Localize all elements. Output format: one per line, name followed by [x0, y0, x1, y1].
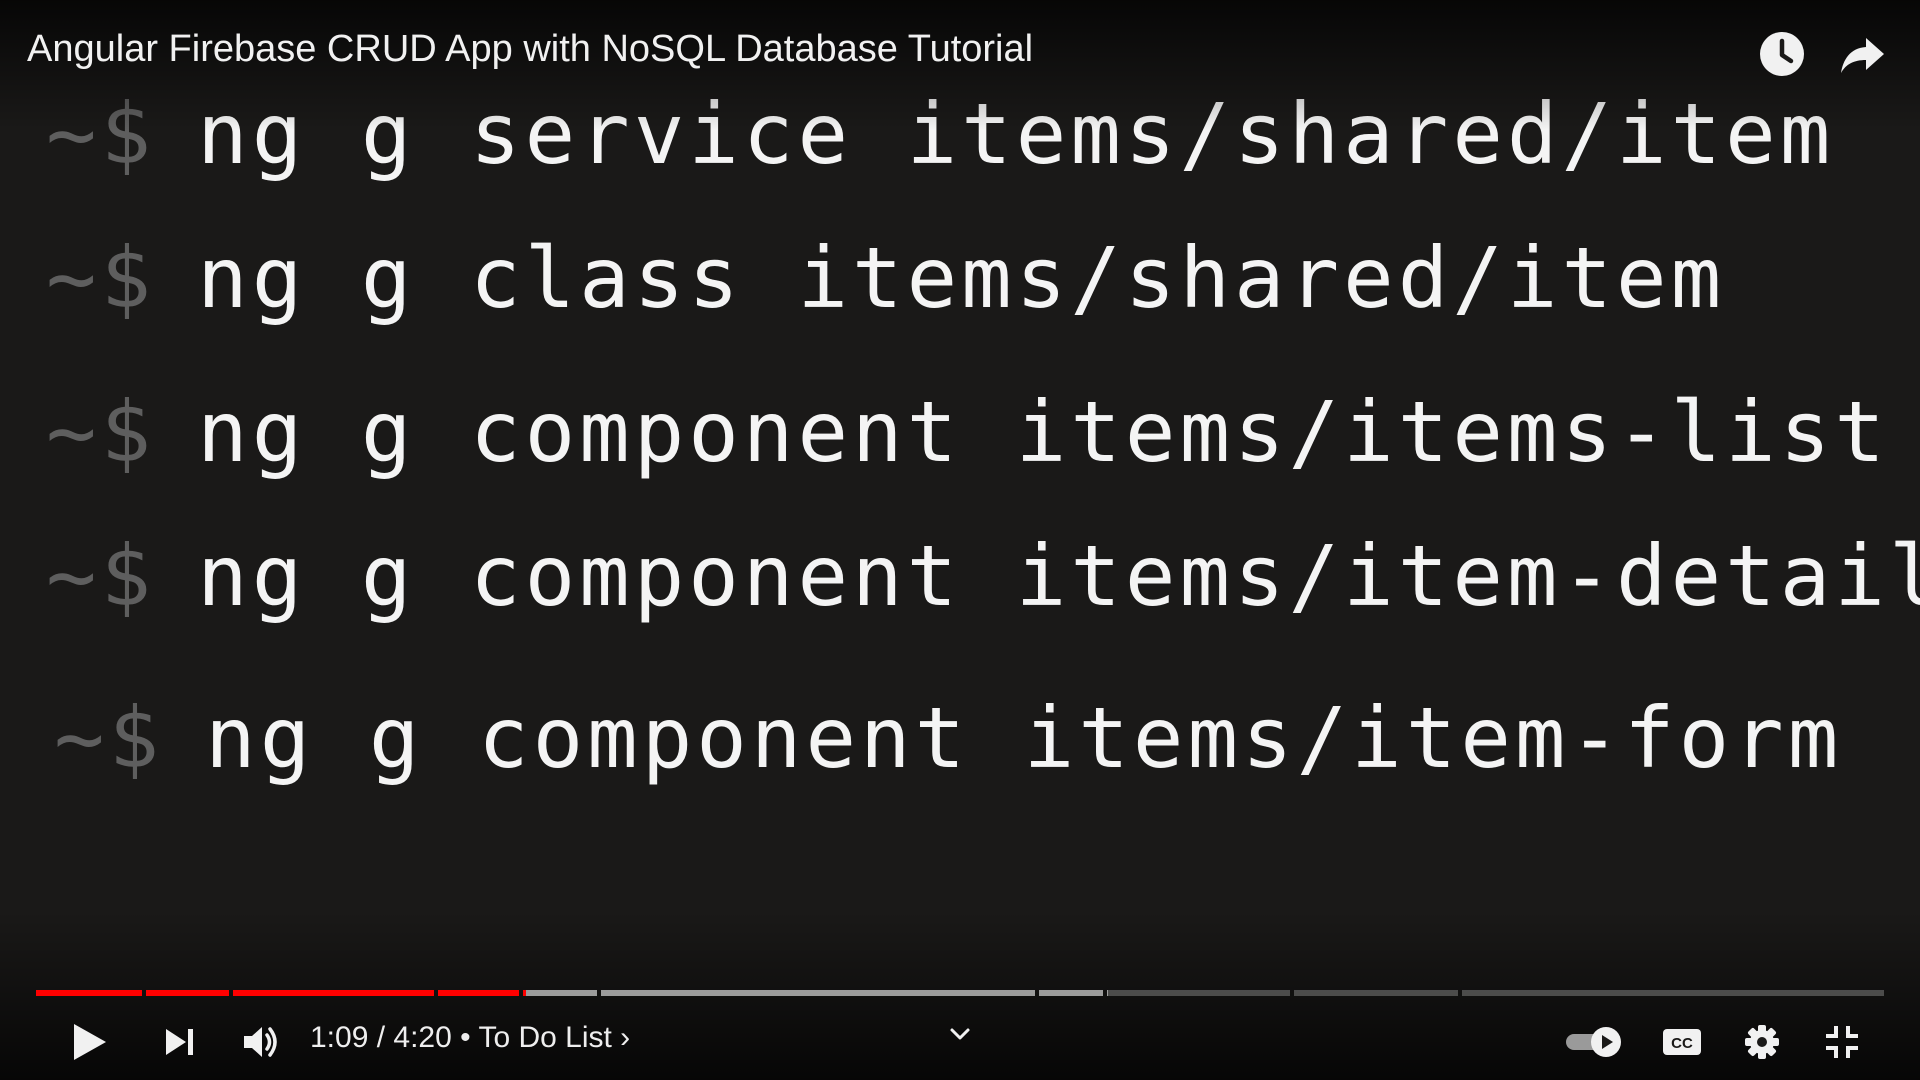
progress-played	[232, 990, 434, 996]
terminal-prompt: ~$	[46, 229, 156, 327]
autoplay-toggle-icon	[1566, 1027, 1621, 1057]
progress-chapter-segment[interactable]	[1106, 990, 1290, 996]
current-time: 1:09	[310, 1021, 369, 1054]
video-title[interactable]: Angular Firebase CRUD App with NoSQL Dat…	[27, 28, 1033, 71]
progress-loaded	[1106, 990, 1108, 996]
captions-button[interactable]: CC	[1654, 1014, 1710, 1070]
terminal-prompt: ~$	[46, 527, 156, 625]
svg-text:CC: CC	[1671, 1035, 1693, 1052]
progress-chapter-segment[interactable]	[232, 990, 434, 996]
terminal-command: ng g component items/item-detail	[197, 527, 1920, 625]
terminal-line: ~$ ng g component items/item-detail	[46, 526, 1920, 626]
terminal-command: ng g component items/item-form	[205, 689, 1843, 787]
progress-chapter-segment[interactable]	[36, 990, 142, 996]
progress-played	[437, 990, 519, 996]
progress-played	[145, 990, 229, 996]
next-icon	[166, 1029, 193, 1055]
progress-loaded	[1038, 990, 1103, 996]
autoplay-toggle[interactable]	[1560, 1014, 1630, 1070]
terminal-command: ng g class items/shared/item	[197, 229, 1726, 327]
terminal-prompt: ~$	[54, 689, 164, 787]
progress-chapter-segment[interactable]	[1293, 990, 1458, 996]
progress-loaded	[522, 990, 597, 996]
exit-fullscreen-icon	[1826, 1026, 1858, 1058]
terminal-line: ~$ ng g component items/item-form	[54, 688, 1842, 788]
gear-icon	[1745, 1025, 1779, 1059]
terminal-prompt: ~$	[46, 383, 156, 481]
play-icon	[74, 1024, 106, 1060]
progress-played	[522, 990, 526, 996]
progress-loaded	[600, 990, 1035, 996]
clock-icon	[1760, 32, 1804, 76]
time-separator: /	[368, 1021, 394, 1054]
duration: 4:20	[393, 1021, 452, 1054]
chapter-title-button[interactable]: • To Do List ›	[452, 1021, 630, 1054]
terminal-command: ng g component items/items-list	[197, 383, 1889, 481]
terminal-line: ~$ ng g class items/shared/item	[46, 228, 1725, 328]
chapter-title: To Do List	[478, 1021, 612, 1054]
settings-button[interactable]	[1734, 1014, 1790, 1070]
chapter-separator: •	[451, 1021, 479, 1054]
volume-icon	[244, 1027, 277, 1057]
next-button[interactable]	[152, 1014, 208, 1070]
video-player[interactable]: ~$ ng g service items/shared/item ~$ ng g …	[0, 0, 1920, 1080]
time-display: 1:09 / 4:20 • To Do List ›	[310, 1021, 630, 1055]
play-button[interactable]	[60, 1014, 116, 1070]
progress-chapter-segment[interactable]	[145, 990, 229, 996]
cc-icon: CC	[1663, 1029, 1701, 1055]
share-arrow-icon	[1841, 38, 1884, 73]
progress-chapter-segment[interactable]	[600, 990, 1035, 996]
progress-chapter-segment[interactable]	[522, 990, 597, 996]
terminal-line: ~$ ng g component items/items-list	[46, 382, 1889, 482]
volume-button[interactable]	[232, 1014, 288, 1070]
watch-later-button[interactable]	[1758, 30, 1806, 78]
progress-played	[36, 990, 142, 996]
progress-chapter-segment[interactable]	[1038, 990, 1103, 996]
progress-chapter-segment[interactable]	[437, 990, 519, 996]
expand-button[interactable]	[944, 1018, 976, 1050]
progress-bar[interactable]	[36, 990, 1884, 996]
chevron-down-icon	[950, 1028, 970, 1040]
exit-fullscreen-button[interactable]	[1814, 1014, 1870, 1070]
chapter-arrow-icon: ›	[620, 1021, 631, 1054]
progress-chapter-segment[interactable]	[1461, 990, 1884, 996]
share-button[interactable]	[1838, 30, 1886, 78]
